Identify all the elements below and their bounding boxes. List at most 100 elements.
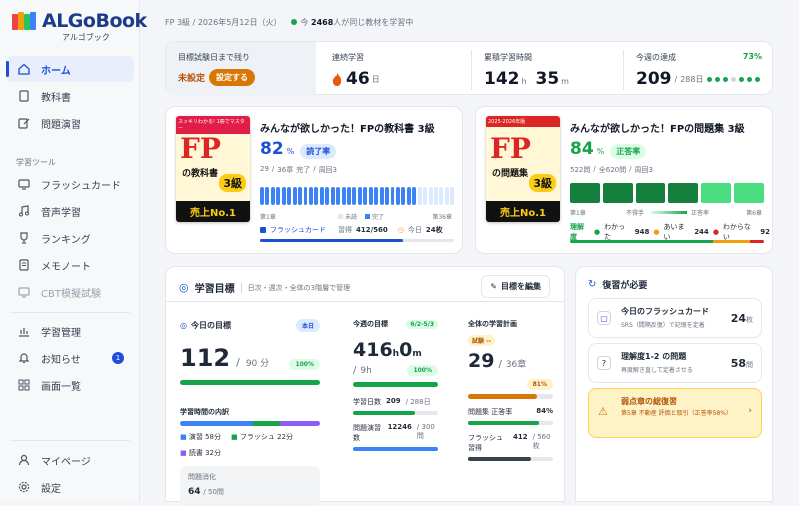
chapter-bar: [434, 187, 438, 205]
workbook-cover[interactable]: 2025-2026年版 FP の問題集 3級 売上No.1: [486, 116, 560, 222]
workbook-pct: 84: [570, 139, 594, 159]
nav-audio[interactable]: 音声学習: [6, 198, 134, 224]
chapter-bar: [292, 187, 297, 205]
monitor-icon: [17, 285, 31, 299]
nav-home[interactable]: ホーム: [6, 56, 134, 82]
divider: [10, 312, 130, 313]
check-icon: ●: [594, 228, 601, 236]
chapter-bar: [428, 187, 433, 205]
nav-practice[interactable]: 問題演習: [6, 110, 134, 136]
grid-icon: [17, 378, 31, 392]
nav-flashcard-label: フラッシュカード: [41, 180, 121, 192]
chapter-progress-bars: [260, 187, 455, 205]
chapter-bar: [450, 187, 455, 205]
review-item-flashcard[interactable]: ▢ 今日のフラッシュカード SRS（間隔反復）で記憶を定着 24枚: [588, 298, 762, 338]
weekly-label: 今週の達成: [636, 53, 676, 62]
nav-screens[interactable]: 画面一覧: [6, 372, 134, 398]
chapter-bar: [276, 187, 281, 205]
nav-settings[interactable]: 設定: [6, 474, 134, 500]
chapter-accuracy-bar: [734, 183, 764, 203]
gear-icon: [17, 480, 31, 494]
understanding-bar: [570, 240, 764, 243]
note-icon: [17, 258, 31, 272]
weekly-pct: 73%: [742, 52, 762, 61]
time-stat: 累積学習時間 142 h 35 m: [472, 42, 622, 96]
stats-card: 目標試験日まで残り 未設定 設定する 連続学習 46 日 累積学習時間 142 h …: [165, 41, 773, 96]
target-icon: ◎: [179, 281, 189, 294]
accuracy-pill: 正答率: [610, 144, 647, 159]
flashcard-progress: [260, 239, 454, 242]
nav-ranking[interactable]: ランキング: [6, 225, 134, 251]
header-bar: FP 3級 / 2026年5月12日（火） 今 2468人が同じ教材を学習中: [165, 17, 413, 28]
notice-badge: 1: [112, 352, 124, 364]
week-day-dot: [747, 76, 753, 82]
nav-practice-label: 問題演習: [41, 119, 81, 131]
workbook-title[interactable]: みんなが欲しかった！FPの問題集 3級: [570, 120, 745, 135]
breadcrumb: FP 3級 / 2026年5月12日（火）: [165, 18, 282, 27]
trophy-icon: [17, 231, 31, 245]
chapter-bar: [439, 187, 444, 205]
review-item-weak-chapter[interactable]: ⚠ 弱点章の総復習 第5章 不動産 評価と取引（正答率58%） ›: [588, 388, 762, 438]
week-day-dot: [723, 76, 729, 82]
chapter-bar: [423, 187, 428, 205]
target-icon: ◎: [180, 321, 187, 330]
chapter-bar: [281, 187, 286, 205]
chapter-accuracy-bar: [570, 183, 600, 203]
pencil-icon: ✎: [490, 282, 497, 291]
sidebar: ALGoBook アルゴブック ホーム 教科書 問題演習 学習ツール フラッシュ…: [0, 0, 147, 502]
time-hours: 142: [484, 69, 520, 89]
home-icon: [17, 62, 31, 76]
nav-mypage[interactable]: マイページ: [6, 447, 134, 473]
workbook-card[interactable]: 2025-2026年版 FP の問題集 3級 売上No.1 みんなが欲しかった！…: [475, 106, 773, 254]
live-users: 今 2468人が同じ教材を学習中: [291, 17, 413, 28]
review-item-questions[interactable]: ? 理解度1-2 の問題 再度解き直して定着させる 58問: [588, 343, 762, 383]
nav-textbook[interactable]: 教科書: [6, 83, 134, 109]
textbook-title[interactable]: みんなが欲しかった！FPの教科書 3級: [260, 120, 435, 135]
weekly-dots: [707, 76, 761, 82]
music-icon: [17, 204, 31, 218]
edit-goals-button[interactable]: ✎ 目標を編集: [481, 275, 550, 298]
nav-flashcard[interactable]: フラッシュカード: [6, 171, 134, 197]
nav-audio-label: 音声学習: [41, 207, 81, 219]
chapter-accuracy-bars: [570, 183, 764, 203]
nav-manage[interactable]: 学習管理: [6, 318, 134, 344]
refresh-icon: ↻: [588, 279, 597, 290]
nav-notice[interactable]: お知らせ 1: [6, 345, 134, 371]
nav-textbook-label: 教科書: [41, 92, 71, 104]
warning-icon: ⚠: [598, 405, 608, 418]
week-day-dot: [755, 76, 761, 82]
exam-value: 未設定: [178, 74, 206, 84]
nav-memo[interactable]: メモノート: [6, 252, 134, 278]
workbook-progress-line: 522問 / 全620問 / 周回3: [570, 165, 653, 174]
review-card: ↻ 復習が必要 ▢ 今日のフラッシュカード SRS（間隔反復）で記憶を定着 24…: [575, 266, 773, 502]
set-exam-button[interactable]: 設定する: [209, 69, 256, 86]
chapter-bar: [341, 187, 346, 205]
chapter-bar: [298, 187, 302, 205]
cross-icon: ●: [712, 228, 719, 236]
textbook-card[interactable]: スッキリわかる! 1冊でマスター FP の教科書 3級 売上No.1 みんなが欲…: [165, 106, 463, 254]
understanding-row: 理解度 ● わかった 948 ● あいまい 244 ● わからない 92: [570, 223, 770, 241]
monitor-icon: [17, 177, 31, 191]
app-logo[interactable]: ALGoBook アルゴブック: [12, 10, 147, 42]
streak-stat: 連続学習 46 日: [320, 42, 470, 96]
nav-screens-label: 画面一覧: [41, 381, 81, 393]
chapter-bar: [314, 187, 319, 205]
exam-stat: 目標試験日まで残り 未設定 設定する: [166, 42, 316, 96]
textbook-cover[interactable]: スッキリわかる! 1冊でマスター FP の教科書 3級 売上No.1: [176, 116, 250, 222]
total-progress-bar: [468, 394, 553, 399]
nav-cbt[interactable]: CBT模擬試験: [6, 279, 134, 305]
weekly-total: 288日: [680, 74, 704, 84]
chapter-bar: [347, 187, 351, 205]
streak-label: 連続学習: [332, 53, 364, 62]
nav-memo-label: メモノート: [41, 261, 91, 273]
today-progress-bar: [180, 380, 320, 385]
flashcard-row[interactable]: フラッシュカード 習得 412/560 ◷ 今日 24枚: [260, 225, 454, 235]
nav-settings-label: 設定: [41, 483, 61, 495]
chapter-accuracy-bar: [635, 183, 666, 203]
textbook-pct: 82: [260, 139, 284, 159]
chart-icon: [17, 324, 31, 338]
textbook-progress-line: 29/36章 完了 / 周回3: [260, 165, 338, 174]
streak-unit: 日: [371, 74, 380, 84]
week-day-dot: [715, 76, 721, 82]
chapter-bar: [319, 187, 324, 205]
